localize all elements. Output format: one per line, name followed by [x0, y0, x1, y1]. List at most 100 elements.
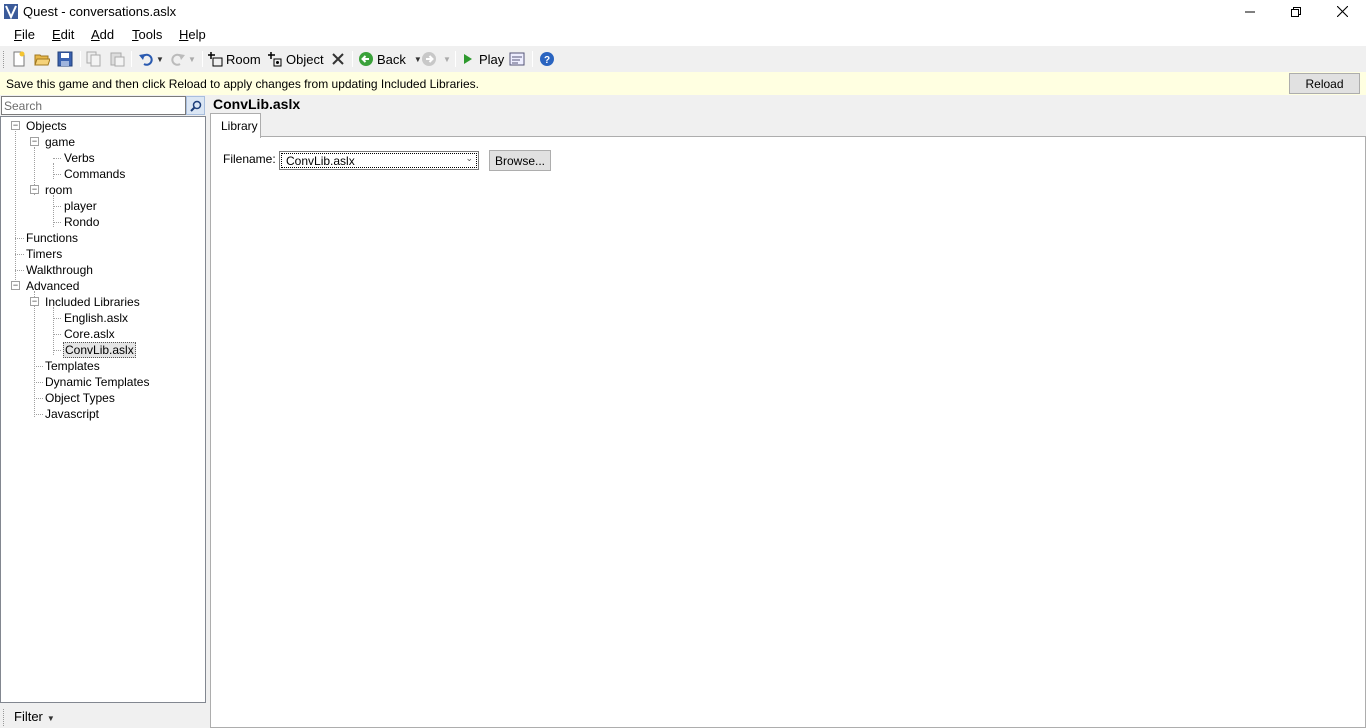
- tree-node-english[interactable]: English.aslx: [64, 310, 128, 326]
- tab-library[interactable]: Library: [210, 113, 261, 138]
- tree-connector: [15, 254, 24, 255]
- code-view-button[interactable]: [509, 50, 525, 68]
- tree-node-objects[interactable]: Objects: [26, 118, 67, 134]
- redo-icon: [171, 53, 185, 66]
- tree-connector: [34, 382, 43, 383]
- copy-button[interactable]: [86, 50, 102, 68]
- chevron-down-icon: ⌄: [465, 153, 473, 163]
- tree-node-convlib[interactable]: ConvLib.aslx: [63, 342, 136, 358]
- tree-node-core[interactable]: Core.aslx: [64, 326, 115, 342]
- collapse-room-icon[interactable]: −: [30, 185, 39, 194]
- search-icon: [189, 100, 201, 112]
- play-button[interactable]: Play: [462, 50, 504, 68]
- filter-dropdown[interactable]: Filter ▼: [14, 709, 55, 724]
- tree-node-player[interactable]: player: [64, 198, 97, 214]
- menu-tools[interactable]: Tools: [132, 27, 162, 42]
- reload-info-bar: Save this game and then click Reload to …: [0, 72, 1366, 95]
- filter-bar: Filter ▼: [0, 703, 206, 728]
- menu-edit[interactable]: Edit: [52, 27, 74, 42]
- browse-button[interactable]: Browse...: [489, 150, 551, 171]
- close-button[interactable]: [1319, 0, 1365, 23]
- tree-connector: [53, 222, 61, 223]
- menu-file[interactable]: File: [14, 27, 35, 42]
- tree-connector: [34, 414, 43, 415]
- open-button[interactable]: [34, 50, 50, 68]
- restore-icon: [1291, 6, 1301, 17]
- add-room-button[interactable]: Room: [207, 50, 261, 68]
- redo-dropdown-icon[interactable]: ▼: [188, 55, 196, 64]
- paste-icon: [110, 52, 125, 67]
- search-button[interactable]: [186, 96, 205, 115]
- collapse-objects-icon[interactable]: −: [11, 121, 20, 130]
- tree-connector: [15, 270, 24, 271]
- tree-node-game[interactable]: game: [45, 134, 75, 150]
- object-tree[interactable]: − − − − − Objects game Verbs Commands ro…: [0, 116, 206, 703]
- search-input[interactable]: [1, 96, 186, 115]
- delete-button[interactable]: [330, 50, 346, 68]
- add-object-button[interactable]: Object: [267, 50, 324, 68]
- tree-connector: [53, 350, 61, 351]
- collapse-game-icon[interactable]: −: [30, 137, 39, 146]
- undo-dropdown-icon[interactable]: ▼: [156, 55, 164, 64]
- back-label: Back: [377, 51, 406, 67]
- filename-label: Filename:: [223, 152, 276, 166]
- title-bar: Quest - conversations.aslx: [0, 0, 1366, 23]
- add-object-icon: [268, 52, 282, 67]
- tree-node-dynamic-templates[interactable]: Dynamic Templates: [45, 374, 149, 390]
- tree-node-javascript[interactable]: Javascript: [45, 406, 99, 422]
- back-button[interactable]: Back ▼: [358, 50, 422, 68]
- filename-select[interactable]: ConvLib.aslx ⌄: [279, 151, 479, 170]
- quest-app-icon: [4, 4, 18, 19]
- tree-node-rondo[interactable]: Rondo: [64, 214, 99, 230]
- tree-connector: [53, 206, 61, 207]
- copy-icon: [86, 51, 101, 67]
- toolbar-separator: [352, 51, 353, 67]
- forward-arrow-icon: [422, 52, 436, 66]
- tree-node-templates[interactable]: Templates: [45, 358, 100, 374]
- new-file-icon: [13, 51, 25, 67]
- tree-node-object-types[interactable]: Object Types: [45, 390, 115, 406]
- toolbar-separator: [202, 51, 203, 67]
- help-icon: ?: [540, 52, 554, 66]
- svg-text:?: ?: [544, 55, 550, 66]
- new-button[interactable]: [11, 50, 27, 68]
- tree-node-walkthrough[interactable]: Walkthrough: [26, 262, 93, 278]
- tree-connector: [15, 131, 16, 290]
- tree-node-commands[interactable]: Commands: [64, 166, 125, 182]
- editor-content: [210, 136, 1366, 728]
- tree-connector: [53, 158, 61, 159]
- collapse-advanced-icon[interactable]: −: [11, 281, 20, 290]
- tree-node-advanced[interactable]: Advanced: [26, 278, 79, 294]
- redo-button[interactable]: ▼: [170, 50, 196, 68]
- tree-node-verbs[interactable]: Verbs: [64, 150, 95, 166]
- reload-button[interactable]: Reload: [1289, 73, 1360, 94]
- restore-button[interactable]: [1273, 0, 1319, 23]
- minimize-button[interactable]: [1227, 0, 1273, 23]
- collapse-included-libraries-icon[interactable]: −: [30, 297, 39, 306]
- undo-button[interactable]: ▼: [138, 50, 164, 68]
- delete-x-icon: [332, 53, 344, 65]
- filter-grip: [3, 709, 6, 726]
- tree-node-timers[interactable]: Timers: [26, 246, 62, 262]
- toolbar: ▼ ▼ Room Object Back ▼ ▼ Play ?: [0, 46, 1366, 72]
- help-button[interactable]: ?: [539, 50, 555, 68]
- tree-node-room[interactable]: room: [45, 182, 72, 198]
- tree-connector: [53, 318, 61, 319]
- paste-button[interactable]: [109, 50, 125, 68]
- info-message: Save this game and then click Reload to …: [6, 77, 479, 91]
- menu-add[interactable]: Add: [91, 27, 114, 42]
- play-icon: [464, 54, 472, 64]
- tree-node-functions[interactable]: Functions: [26, 230, 78, 246]
- add-object-label: Object: [286, 51, 324, 67]
- tree-connector: [53, 334, 61, 335]
- save-button[interactable]: [57, 50, 73, 68]
- forward-dropdown-icon[interactable]: ▼: [443, 55, 451, 64]
- filter-dropdown-icon: ▼: [46, 714, 55, 723]
- tree-node-included-libraries[interactable]: Included Libraries: [45, 294, 140, 310]
- add-room-label: Room: [226, 51, 261, 67]
- play-label: Play: [479, 51, 505, 67]
- tree-connector: [15, 238, 24, 239]
- tree-connector: [34, 366, 43, 367]
- forward-button[interactable]: ▼: [421, 50, 451, 68]
- menu-help[interactable]: Help: [179, 27, 206, 42]
